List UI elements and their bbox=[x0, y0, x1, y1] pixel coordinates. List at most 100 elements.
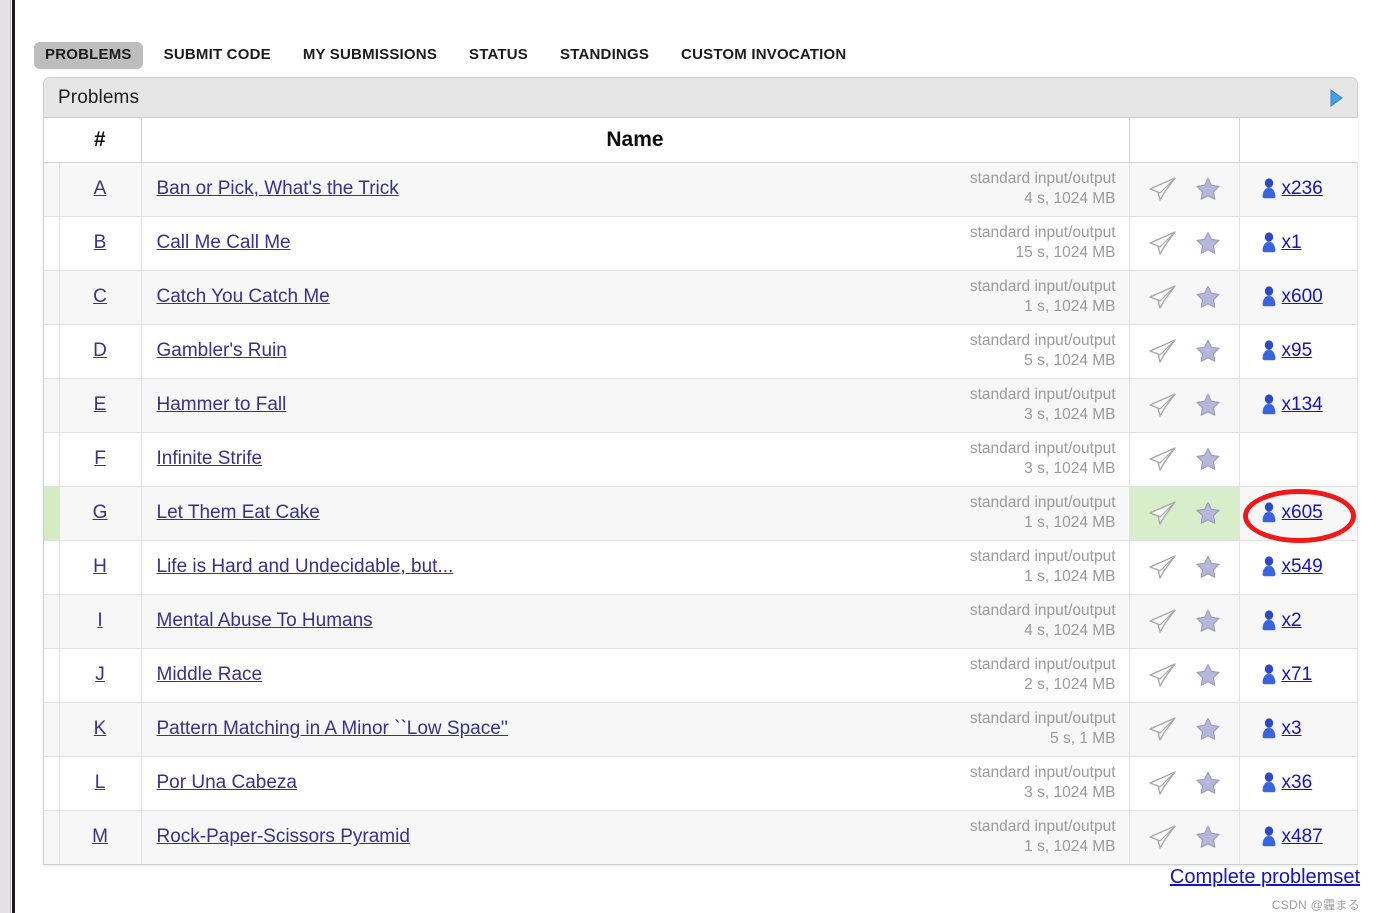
problem-index-link[interactable]: K bbox=[61, 718, 140, 740]
problem-name-link[interactable]: Call Me Call Me bbox=[157, 232, 291, 254]
paper-plane-icon[interactable] bbox=[1147, 716, 1177, 742]
paper-plane-icon[interactable] bbox=[1147, 770, 1177, 796]
problem-actions-cell bbox=[1129, 270, 1240, 325]
problem-actions bbox=[1131, 230, 1238, 256]
paper-plane-glyph bbox=[1149, 339, 1176, 363]
paper-plane-icon[interactable] bbox=[1147, 284, 1177, 310]
star-icon[interactable] bbox=[1195, 230, 1221, 256]
star-icon[interactable] bbox=[1195, 500, 1221, 526]
problem-name-link[interactable]: Catch You Catch Me bbox=[157, 286, 330, 308]
star-icon[interactable] bbox=[1195, 770, 1221, 796]
star-icon[interactable] bbox=[1195, 554, 1221, 580]
star-icon[interactable] bbox=[1195, 392, 1221, 418]
problem-actions bbox=[1131, 770, 1238, 796]
star-glyph bbox=[1196, 231, 1220, 254]
solvers-count-link[interactable]: x487 bbox=[1282, 826, 1323, 848]
paper-plane-glyph bbox=[1149, 771, 1176, 795]
nav-item-my-submissions[interactable]: MY SUBMISSIONS bbox=[292, 42, 448, 69]
problem-name-link[interactable]: Rock-Paper-Scissors Pyramid bbox=[157, 826, 410, 848]
nav-item-standings[interactable]: STANDINGS bbox=[549, 42, 660, 69]
solvers-count-link[interactable]: x2 bbox=[1282, 610, 1302, 632]
table-header-row: # Name bbox=[44, 118, 1357, 163]
star-icon[interactable] bbox=[1195, 716, 1221, 742]
problem-limits: standard input/output 15 s, 1024 MB bbox=[970, 223, 1128, 263]
table-row: G Let Them Eat Cake standard input/output 1… bbox=[44, 486, 1358, 541]
problem-name-link[interactable]: Pattern Matching in A Minor ``Low Space'… bbox=[157, 718, 509, 740]
paper-plane-icon[interactable] bbox=[1147, 176, 1177, 202]
problem-name-cell: Catch You Catch Me standard input/output 1… bbox=[141, 270, 1130, 325]
paper-plane-icon[interactable] bbox=[1147, 608, 1177, 634]
problem-name-link[interactable]: Life is Hard and Undecidable, but... bbox=[157, 556, 454, 578]
nav-item-status[interactable]: STATUS bbox=[458, 42, 539, 69]
nav-item-custom-invocation[interactable]: CUSTOM INVOCATION bbox=[670, 42, 857, 69]
problem-name-link[interactable]: Mental Abuse To Humans bbox=[157, 610, 373, 632]
problem-time-memory-limit: 5 s, 1024 MB bbox=[1024, 352, 1116, 369]
problem-index-link[interactable]: F bbox=[61, 448, 140, 470]
problem-name-cell: Life is Hard and Undecidable, but... stan… bbox=[141, 540, 1130, 595]
star-glyph bbox=[1196, 339, 1220, 362]
problem-name-link[interactable]: Por Una Cabeza bbox=[157, 772, 297, 794]
star-glyph bbox=[1196, 609, 1220, 632]
star-icon[interactable] bbox=[1195, 338, 1221, 364]
problem-name-cell: Let Them Eat Cake standard input/output 1 … bbox=[141, 486, 1130, 541]
star-icon[interactable] bbox=[1195, 446, 1221, 472]
paper-plane-icon[interactable] bbox=[1147, 392, 1177, 418]
star-glyph bbox=[1196, 663, 1220, 686]
paper-plane-glyph bbox=[1149, 717, 1176, 741]
triangle-right-icon[interactable] bbox=[1327, 88, 1345, 108]
problem-time-memory-limit: 3 s, 1024 MB bbox=[1024, 406, 1116, 423]
solvers-count-link[interactable]: x605 bbox=[1282, 502, 1323, 524]
paper-plane-icon[interactable] bbox=[1147, 338, 1177, 364]
problem-name-row: Hammer to Fall standard input/output 3 s, … bbox=[143, 385, 1128, 425]
paper-plane-icon[interactable] bbox=[1147, 824, 1177, 850]
problem-index-link[interactable]: M bbox=[61, 826, 140, 848]
problem-solvers-cell: x71 bbox=[1239, 648, 1358, 703]
user-icon bbox=[1259, 393, 1279, 417]
solvers-count-link[interactable]: x95 bbox=[1282, 340, 1313, 362]
problem-name-link[interactable]: Middle Race bbox=[157, 664, 263, 686]
star-icon[interactable] bbox=[1195, 176, 1221, 202]
star-icon[interactable] bbox=[1195, 608, 1221, 634]
star-icon[interactable] bbox=[1195, 824, 1221, 850]
problem-index-link[interactable]: B bbox=[61, 232, 140, 254]
complete-problemset-link[interactable]: Complete problemset bbox=[1170, 866, 1360, 889]
problem-index-link[interactable]: I bbox=[61, 610, 140, 632]
row-status-marker bbox=[44, 594, 60, 649]
problem-name-link[interactable]: Gambler's Ruin bbox=[157, 340, 287, 362]
problem-name-link[interactable]: Infinite Strife bbox=[157, 448, 263, 470]
paper-plane-icon[interactable] bbox=[1147, 230, 1177, 256]
solvers-count-link[interactable]: x3 bbox=[1282, 718, 1302, 740]
solvers-count-link[interactable]: x1 bbox=[1282, 232, 1302, 254]
problem-actions-cell bbox=[1129, 702, 1240, 757]
nav-item-problems[interactable]: PROBLEMS bbox=[34, 42, 143, 69]
problem-actions bbox=[1131, 392, 1238, 418]
problem-index-cell: B bbox=[59, 216, 142, 271]
problem-index-link[interactable]: C bbox=[61, 286, 140, 308]
solvers-count-link[interactable]: x134 bbox=[1282, 394, 1323, 416]
solvers-count-link[interactable]: x236 bbox=[1282, 178, 1323, 200]
paper-plane-icon[interactable] bbox=[1147, 446, 1177, 472]
problem-index-link[interactable]: E bbox=[61, 394, 140, 416]
problem-name-link[interactable]: Ban or Pick, What's the Trick bbox=[157, 178, 399, 200]
solvers-count-link[interactable]: x71 bbox=[1282, 664, 1313, 686]
problem-index-link[interactable]: L bbox=[61, 772, 140, 794]
problem-index-link[interactable]: H bbox=[61, 556, 140, 578]
star-glyph bbox=[1196, 771, 1220, 794]
paper-plane-icon[interactable] bbox=[1147, 662, 1177, 688]
nav-item-submit-code[interactable]: SUBMIT CODE bbox=[153, 42, 282, 69]
problem-name-link[interactable]: Let Them Eat Cake bbox=[157, 502, 320, 524]
star-icon[interactable] bbox=[1195, 284, 1221, 310]
problem-index-link[interactable]: J bbox=[61, 664, 140, 686]
problem-index-link[interactable]: D bbox=[61, 340, 140, 362]
problem-index-link[interactable]: A bbox=[61, 178, 140, 200]
paper-plane-icon[interactable] bbox=[1147, 500, 1177, 526]
problem-name-link[interactable]: Hammer to Fall bbox=[157, 394, 287, 416]
solvers-count-link[interactable]: x36 bbox=[1282, 772, 1313, 794]
solvers-count-link[interactable]: x549 bbox=[1282, 556, 1323, 578]
paper-plane-icon[interactable] bbox=[1147, 554, 1177, 580]
problem-time-memory-limit: 1 s, 1024 MB bbox=[1024, 568, 1116, 585]
solvers-count-link[interactable]: x600 bbox=[1282, 286, 1323, 308]
star-icon[interactable] bbox=[1195, 662, 1221, 688]
problem-index-link[interactable]: G bbox=[61, 502, 140, 524]
table-row: A Ban or Pick, What's the Trick standard i… bbox=[44, 162, 1358, 217]
